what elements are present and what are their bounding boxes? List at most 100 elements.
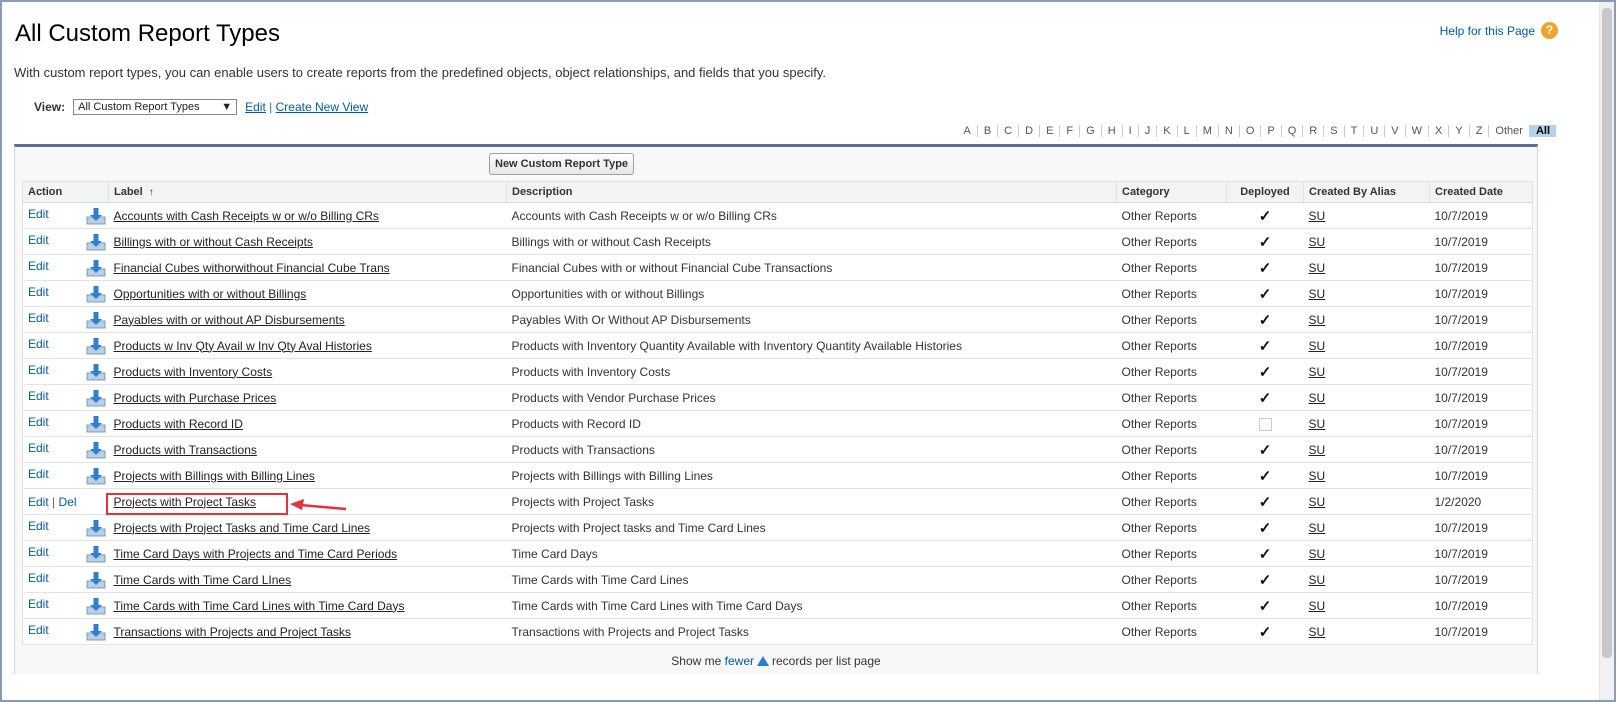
download-icon[interactable] <box>86 415 106 433</box>
edit-action-link[interactable]: Edit <box>28 597 49 611</box>
alpha-filter-g[interactable]: G <box>1080 125 1102 137</box>
report-type-link[interactable]: Billings with or without Cash Receipts <box>114 235 313 249</box>
created-by-alias-link[interactable]: SU <box>1309 521 1326 535</box>
report-type-link[interactable]: Financial Cubes withorwithout Financial … <box>114 261 390 275</box>
download-icon[interactable] <box>86 311 106 329</box>
fewer-records-link[interactable]: fewer <box>725 654 754 668</box>
created-by-alias-link[interactable]: SU <box>1309 495 1326 509</box>
created-by-alias-link[interactable]: SU <box>1309 313 1326 327</box>
download-icon[interactable] <box>86 285 106 303</box>
created-by-alias-link[interactable]: SU <box>1309 599 1326 613</box>
created-by-alias-link[interactable]: SU <box>1309 469 1326 483</box>
create-new-view-link[interactable]: Create New View <box>276 100 368 114</box>
alpha-filter-v[interactable]: V <box>1385 125 1406 137</box>
alpha-filter-z[interactable]: Z <box>1470 125 1490 137</box>
alpha-filter-a[interactable]: A <box>957 125 978 137</box>
download-icon[interactable] <box>86 233 106 251</box>
download-icon[interactable] <box>86 545 106 563</box>
alpha-filter-t[interactable]: T <box>1345 125 1365 137</box>
report-type-link[interactable]: Payables with or without AP Disbursement… <box>114 313 345 327</box>
report-type-link[interactable]: Products with Record ID <box>114 417 243 431</box>
alpha-filter-h[interactable]: H <box>1102 125 1123 137</box>
alpha-filter-i[interactable]: I <box>1123 125 1139 137</box>
edit-action-link[interactable]: Edit <box>28 623 49 637</box>
new-custom-report-type-button[interactable]: New Custom Report Type <box>489 153 635 175</box>
report-type-link[interactable]: Time Cards with Time Card LInes <box>114 573 292 587</box>
created-by-alias-link[interactable]: SU <box>1309 209 1326 223</box>
col-created-by-alias[interactable]: Created By Alias <box>1303 181 1430 203</box>
created-by-alias-link[interactable]: SU <box>1309 443 1326 457</box>
created-by-alias-link[interactable]: SU <box>1309 417 1326 431</box>
created-by-alias-link[interactable]: SU <box>1309 339 1326 353</box>
edit-action-link[interactable]: Edit <box>28 571 49 585</box>
edit-action-link[interactable]: Edit <box>28 415 49 429</box>
download-icon[interactable] <box>86 519 106 537</box>
report-type-link[interactable]: Accounts with Cash Receipts w or w/o Bil… <box>114 209 379 223</box>
created-by-alias-link[interactable]: SU <box>1309 391 1326 405</box>
report-type-link[interactable]: Time Card Days with Projects and Time Ca… <box>114 547 398 561</box>
help-question-icon[interactable]: ? <box>1541 22 1558 39</box>
download-icon[interactable] <box>86 441 106 459</box>
edit-action-link[interactable]: Edit <box>28 441 49 455</box>
col-created-date[interactable]: Created Date <box>1429 181 1533 203</box>
col-deployed[interactable]: Deployed <box>1226 181 1304 203</box>
edit-action-link[interactable]: Edit <box>28 545 49 559</box>
col-description[interactable]: Description <box>506 181 1117 203</box>
download-icon[interactable] <box>86 467 106 485</box>
alpha-filter-w[interactable]: W <box>1406 125 1429 137</box>
alpha-filter-q[interactable]: Q <box>1282 125 1304 137</box>
edit-action-link[interactable]: Edit <box>28 495 49 509</box>
edit-action-link[interactable]: Edit <box>28 467 49 481</box>
help-link-group[interactable]: Help for this Page ? <box>1440 22 1558 39</box>
vertical-scrollbar[interactable] <box>1599 2 1614 700</box>
edit-action-link[interactable]: Edit <box>28 389 49 403</box>
alpha-filter-m[interactable]: M <box>1197 125 1219 137</box>
report-type-link[interactable]: Projects with Billings with Billing Line… <box>114 469 315 483</box>
download-icon[interactable] <box>86 363 106 381</box>
report-type-link[interactable]: Opportunities with or without Billings <box>114 287 307 301</box>
alpha-filter-b[interactable]: B <box>978 125 999 137</box>
alpha-filter-e[interactable]: E <box>1040 125 1061 137</box>
alpha-filter-s[interactable]: S <box>1324 125 1345 137</box>
alpha-filter-j[interactable]: J <box>1139 125 1158 137</box>
download-icon[interactable] <box>86 207 106 225</box>
report-type-link[interactable]: Products with Inventory Costs <box>114 365 273 379</box>
report-type-link[interactable]: Products with Purchase Prices <box>114 391 277 405</box>
edit-action-link[interactable]: Edit <box>28 311 49 325</box>
download-icon[interactable] <box>86 259 106 277</box>
created-by-alias-link[interactable]: SU <box>1309 365 1326 379</box>
alpha-filter-f[interactable]: F <box>1060 125 1081 137</box>
report-type-link[interactable]: Products w Inv Qty Avail w Inv Qty Aval … <box>114 339 372 353</box>
edit-action-link[interactable]: Edit <box>28 519 49 533</box>
download-icon[interactable] <box>86 571 106 589</box>
report-type-link[interactable]: Transactions with Projects and Project T… <box>114 625 351 639</box>
col-label[interactable]: Label ↑ <box>108 181 507 203</box>
alpha-filter-l[interactable]: L <box>1178 125 1197 137</box>
report-type-link[interactable]: Projects with Project Tasks and Time Car… <box>114 521 371 535</box>
help-link[interactable]: Help for this Page <box>1440 24 1535 38</box>
download-icon[interactable] <box>86 597 106 615</box>
alpha-filter-u[interactable]: U <box>1364 125 1386 137</box>
report-type-link[interactable]: Time Cards with Time Card Lines with Tim… <box>114 599 405 613</box>
created-by-alias-link[interactable]: SU <box>1309 573 1326 587</box>
alpha-filter-x[interactable]: X <box>1429 125 1450 137</box>
created-by-alias-link[interactable]: SU <box>1309 625 1326 639</box>
alpha-filter-y[interactable]: Y <box>1449 125 1470 137</box>
edit-action-link[interactable]: Edit <box>28 259 49 273</box>
alpha-filter-all[interactable]: All <box>1529 125 1556 137</box>
created-by-alias-link[interactable]: SU <box>1309 547 1326 561</box>
edit-action-link[interactable]: Edit <box>28 285 49 299</box>
alpha-filter-p[interactable]: P <box>1261 125 1282 137</box>
created-by-alias-link[interactable]: SU <box>1309 261 1326 275</box>
scrollbar-thumb[interactable] <box>1602 8 1612 658</box>
edit-view-link[interactable]: Edit <box>245 100 266 114</box>
alpha-filter-n[interactable]: N <box>1219 125 1240 137</box>
alpha-filter-d[interactable]: D <box>1019 125 1041 137</box>
alpha-filter-c[interactable]: C <box>998 125 1020 137</box>
triangle-up-icon[interactable] <box>756 655 769 666</box>
created-by-alias-link[interactable]: SU <box>1309 287 1326 301</box>
del-action-link[interactable]: Del <box>59 495 77 509</box>
col-category[interactable]: Category <box>1116 181 1227 203</box>
edit-action-link[interactable]: Edit <box>28 363 49 377</box>
download-icon[interactable] <box>86 389 106 407</box>
